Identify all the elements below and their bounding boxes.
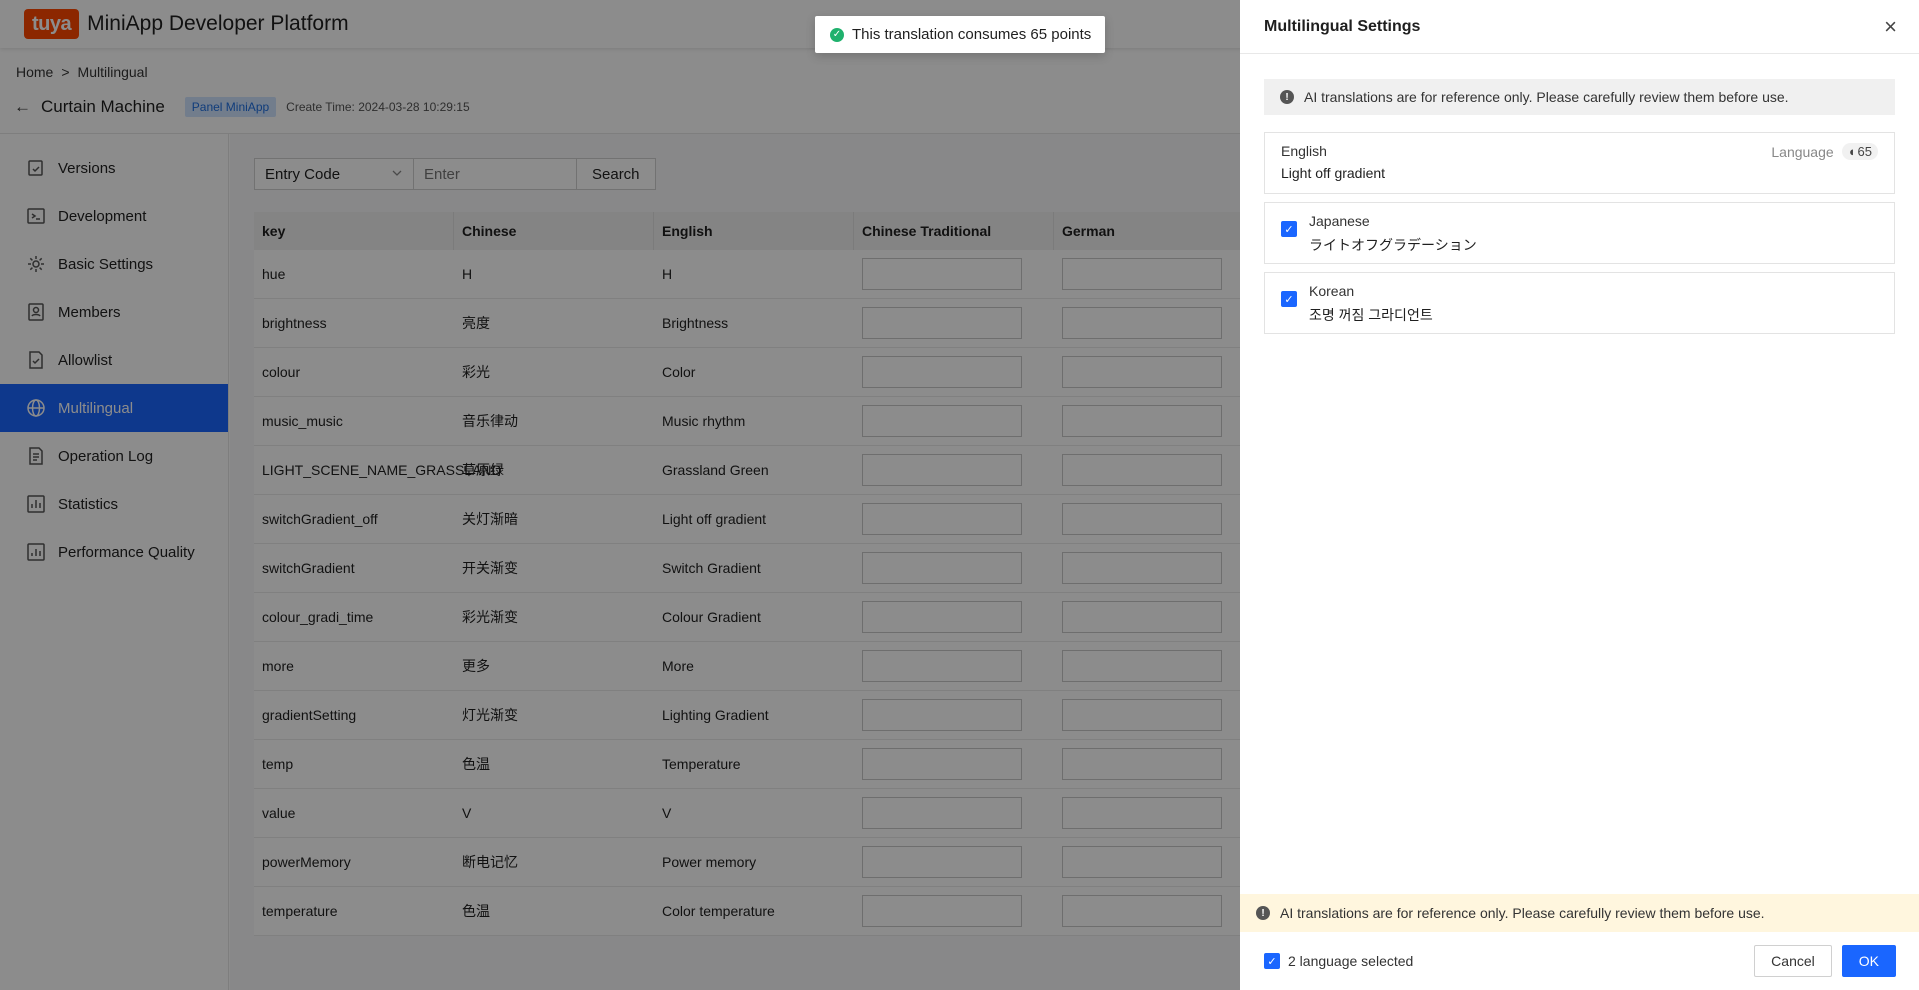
points-badge: ◖ 65 <box>1841 143 1878 160</box>
ok-button[interactable]: OK <box>1841 945 1896 977</box>
info-text: AI translations are for reference only. … <box>1304 89 1789 105</box>
select-all[interactable]: ✓ 2 language selected <box>1264 953 1413 969</box>
target-language-card[interactable]: ✓ Korean 조명 꺼짐 그라디언트 <box>1264 272 1895 334</box>
target-language-card[interactable]: ✓ Japanese ライトオフグラデーション <box>1264 202 1895 264</box>
multilingual-settings-drawer: Multilingual Settings × ! AI translation… <box>1240 0 1919 990</box>
warning-text: AI translations are for reference only. … <box>1280 905 1765 921</box>
source-meta: Language ◖ 65 <box>1771 143 1878 160</box>
points-value: 65 <box>1857 144 1872 159</box>
target-translation: 조명 꺼짐 그라디언트 <box>1309 307 1433 323</box>
selected-count: 2 language selected <box>1288 953 1414 969</box>
target-language-name: Korean <box>1309 283 1355 299</box>
success-check-icon: ✓ <box>830 27 844 42</box>
drawer-title: Multilingual Settings <box>1264 17 1421 35</box>
cancel-button[interactable]: Cancel <box>1754 945 1832 977</box>
warning-banner: ! AI translations are for reference only… <box>1240 894 1919 932</box>
footer-buttons: Cancel OK <box>1754 945 1896 977</box>
modal-overlay[interactable] <box>0 0 1240 990</box>
info-icon: ! <box>1280 90 1294 104</box>
warning-icon: ! <box>1256 906 1270 920</box>
language-checkbox[interactable]: ✓ <box>1281 221 1297 237</box>
language-checkbox[interactable]: ✓ <box>1281 291 1297 307</box>
select-all-checkbox[interactable]: ✓ <box>1264 953 1280 969</box>
source-text: Light off gradient <box>1281 165 1386 181</box>
language-label: Language <box>1771 143 1834 160</box>
toast-text: This translation consumes 65 points <box>852 26 1092 43</box>
drawer-footer: ✓ 2 language selected Cancel OK <box>1240 932 1919 990</box>
target-language-name: Japanese <box>1309 213 1370 229</box>
close-icon[interactable]: × <box>1884 15 1897 38</box>
drawer-header: Multilingual Settings × <box>1240 0 1919 54</box>
coin-icon: ◖ <box>1847 144 1856 159</box>
target-translation: ライトオフグラデーション <box>1309 237 1477 253</box>
toast-notification: ✓ This translation consumes 65 points <box>815 16 1105 53</box>
source-language-card: English Light off gradient Language ◖ 65 <box>1264 132 1895 194</box>
info-banner: ! AI translations are for reference only… <box>1264 79 1895 115</box>
